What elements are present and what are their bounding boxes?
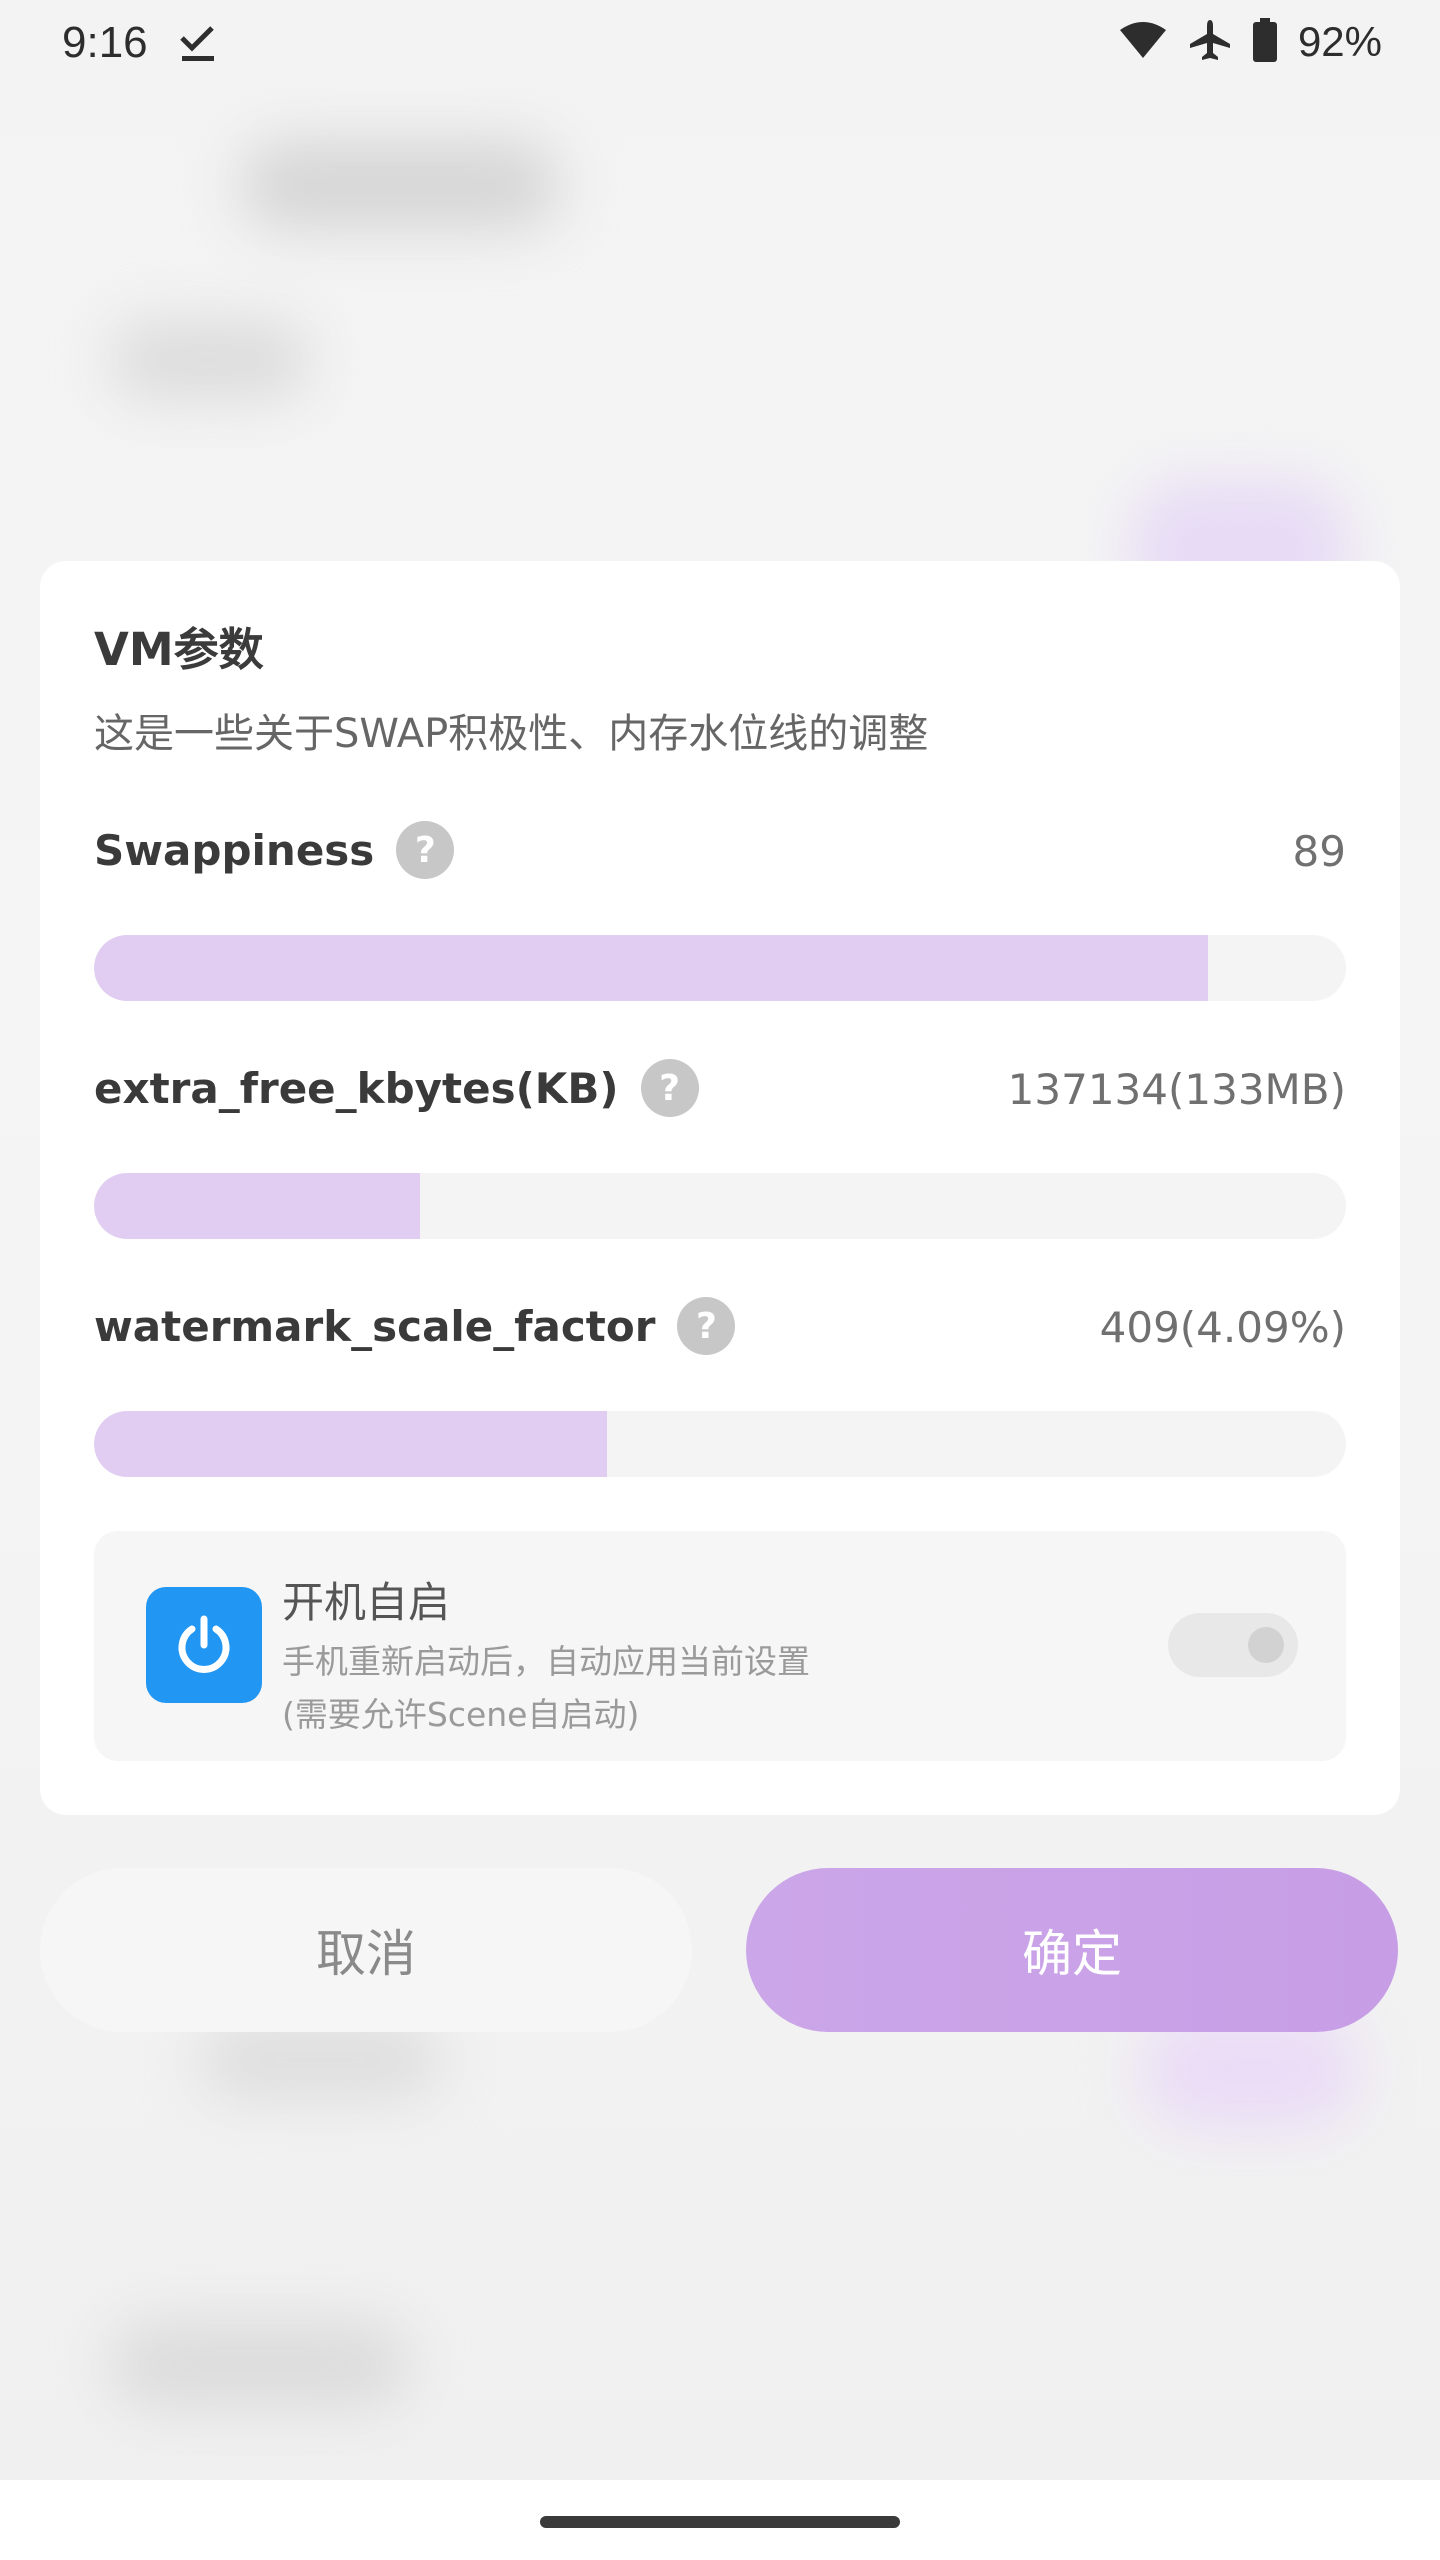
watermark-scale-factor-value: 409(4.09%) [1099, 1303, 1346, 1352]
help-icon[interactable]: ? [677, 1297, 736, 1355]
dialog-description: 这是一些关于SWAP积极性、内存水位线的调整 [94, 711, 929, 757]
slider-fill [94, 935, 1209, 1001]
navigation-bar [0, 2480, 1440, 2560]
battery-icon [1252, 18, 1278, 66]
extra-free-kbytes-label: extra_free_kbytes(KB) [94, 1063, 619, 1113]
battery-percent: 92% [1297, 18, 1382, 65]
background-blob [200, 2020, 440, 2100]
background-blob [240, 140, 560, 230]
extra-free-kbytes-slider[interactable] [94, 1173, 1346, 1239]
swappiness-label-row: Swappiness ? [94, 821, 455, 879]
wifi-icon [1118, 20, 1168, 64]
swappiness-label: Swappiness [94, 825, 375, 875]
confirm-button[interactable]: 确定 [746, 1868, 1398, 2032]
toggle-knob [1248, 1627, 1284, 1663]
autostart-note: (需要允许Scene自启动) [282, 1695, 640, 1734]
power-icon [146, 1587, 262, 1703]
airplane-icon [1188, 18, 1232, 66]
background-blob [110, 320, 310, 400]
autostart-toggle[interactable] [1168, 1613, 1298, 1677]
swappiness-value: 89 [1292, 827, 1346, 876]
help-icon[interactable]: ? [396, 821, 455, 879]
watermark-scale-factor-label: watermark_scale_factor [94, 1301, 656, 1351]
vm-params-dialog: VM参数 这是一些关于SWAP积极性、内存水位线的调整 Swappiness ?… [40, 561, 1400, 1815]
cancel-button[interactable]: 取消 [40, 1868, 692, 2032]
autostart-subtitle: 手机重新启动后，自动应用当前设置 [282, 1642, 810, 1681]
autostart-row[interactable]: 开机自启 手机重新启动后，自动应用当前设置 (需要允许Scene自启动) [94, 1531, 1346, 1761]
watermark-scale-factor-label-row: watermark_scale_factor ? [94, 1297, 736, 1355]
status-icons: 92% [1118, 18, 1382, 66]
autostart-title: 开机自启 [282, 1578, 451, 1627]
slider-fill [94, 1411, 608, 1477]
extra-free-kbytes-value: 137134(133MB) [1007, 1065, 1346, 1114]
help-icon[interactable]: ? [640, 1059, 699, 1117]
home-gesture-handle[interactable] [540, 2516, 900, 2528]
slider-fill [94, 1173, 420, 1239]
extra-free-kbytes-label-row: extra_free_kbytes(KB) ? [94, 1059, 699, 1117]
swappiness-slider[interactable] [94, 935, 1346, 1001]
watermark-scale-factor-slider[interactable] [94, 1411, 1346, 1477]
status-time: 9:16 [62, 18, 148, 67]
dialog-title: VM参数 [94, 623, 264, 676]
status-bar: 9:16 92% [0, 0, 1440, 96]
download-done-icon [178, 22, 218, 70]
background-blob [110, 2320, 410, 2410]
